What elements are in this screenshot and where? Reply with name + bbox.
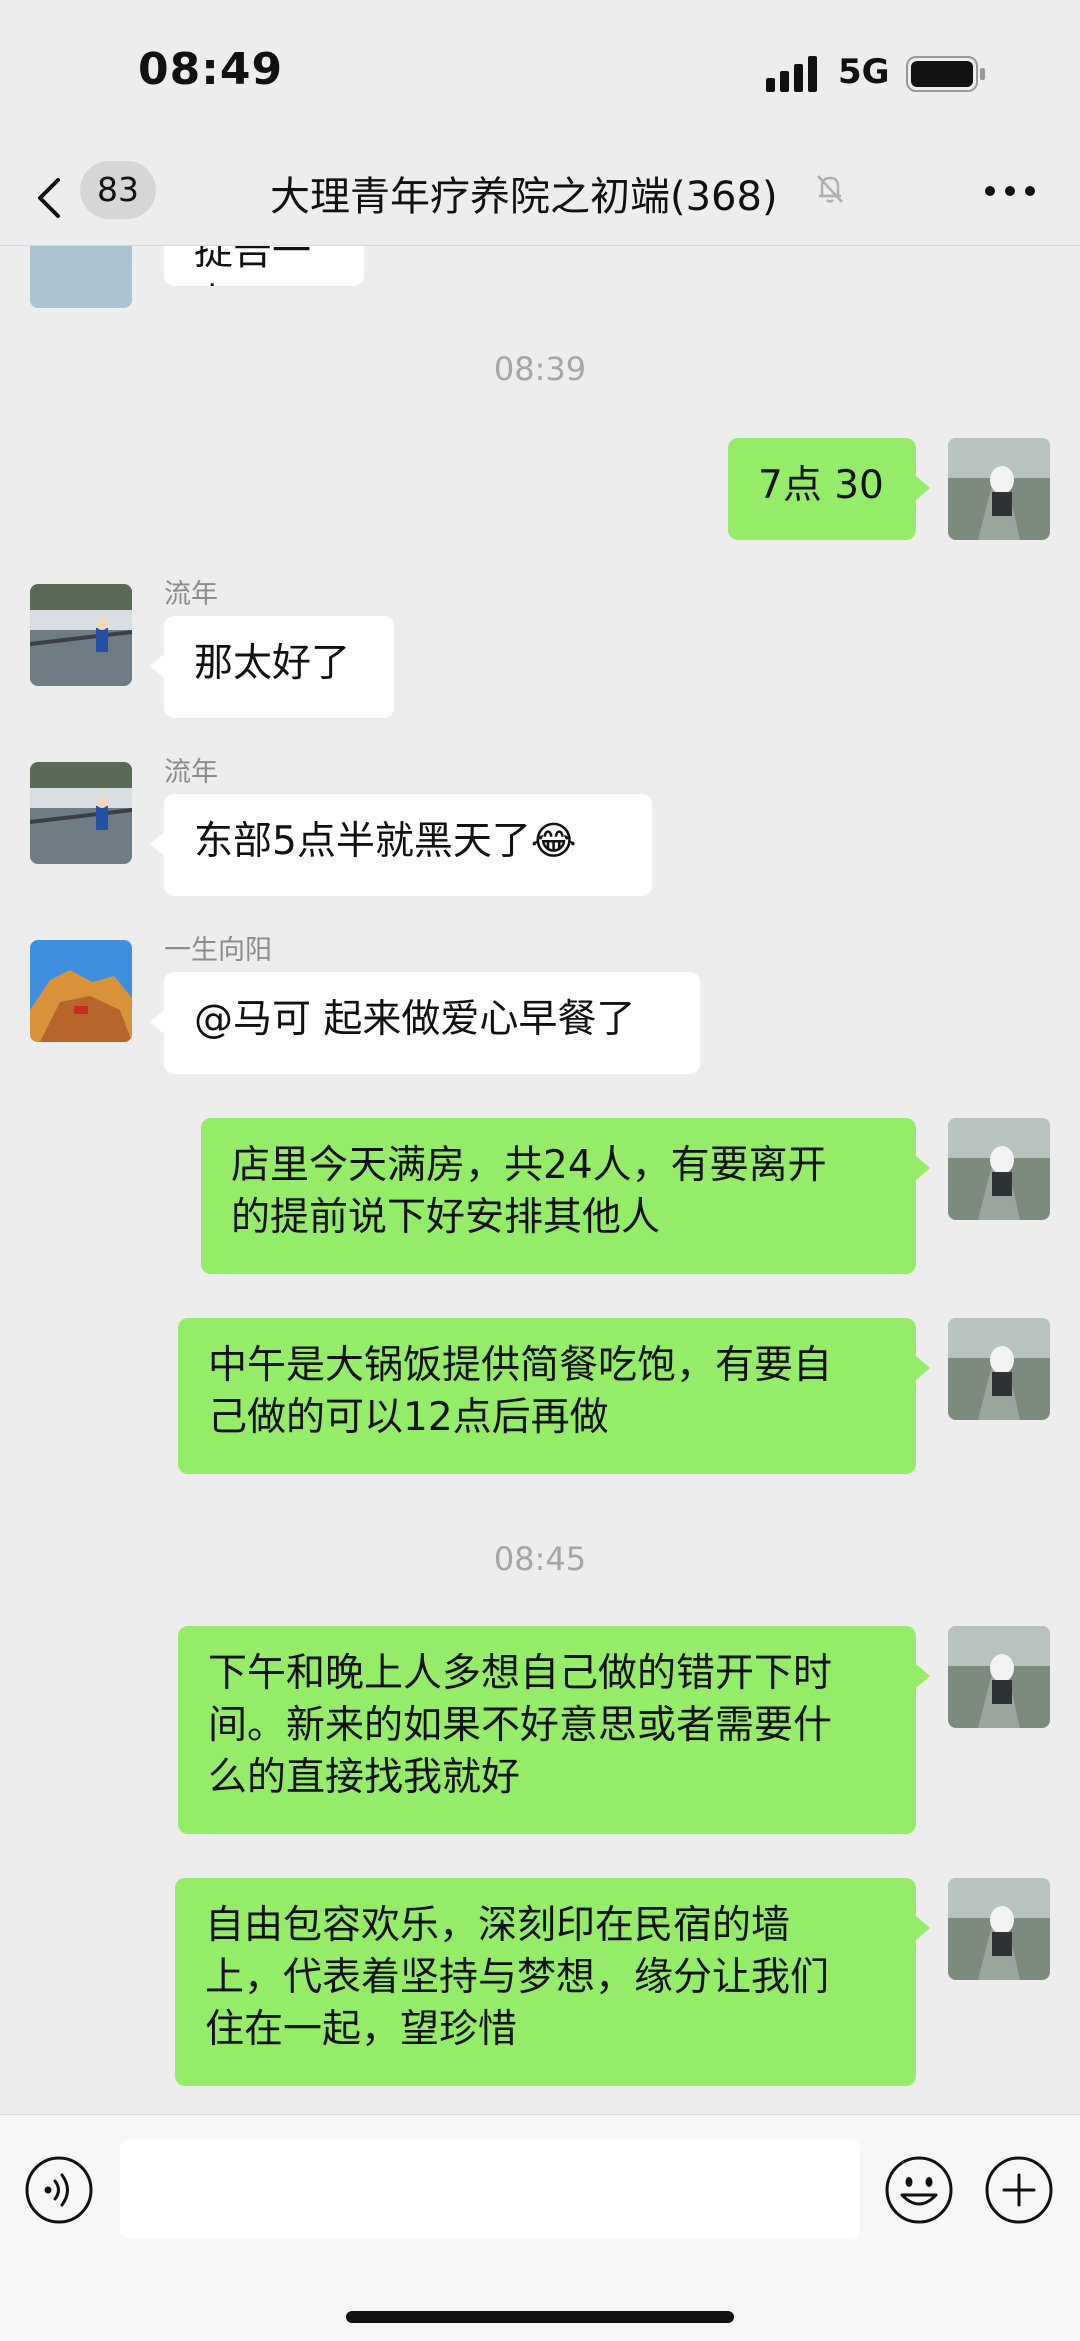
avatar[interactable] <box>948 1878 1050 1980</box>
message-text-line: 中午是大锅饭提供简餐吃饱，有要自 <box>208 1343 833 1388</box>
status-bar: 08:49 5G <box>0 0 1080 150</box>
message-text-line: 自由包容欢乐，深刻印在民宿的墙 <box>205 1903 791 1948</box>
voice-icon[interactable] <box>24 2155 94 2225</box>
avatar[interactable] <box>948 1118 1050 1220</box>
message-bubble[interactable]: 店里今天满房，共24人，有要离开 的提前说下好安排其他人 <box>201 1118 930 1274</box>
sender-name: 一生向阳 <box>164 935 272 966</box>
signal-icon <box>766 56 817 92</box>
chat-title: 大理青年疗养院之初端(368) <box>270 174 778 220</box>
avatar-image <box>948 1118 1050 1220</box>
message-bubble[interactable]: 捉告一上 <box>164 246 364 286</box>
sender-name: 流年 <box>164 757 218 788</box>
avatar[interactable] <box>948 1626 1050 1728</box>
avatar-image <box>948 1878 1050 1980</box>
message-text: 东部5点半就黑天了😂 <box>194 819 577 864</box>
input-bar <box>0 2114 1080 2341</box>
avatar-image <box>30 762 132 864</box>
timestamp: 08:45 <box>493 1540 587 1578</box>
chat-header: 83 大理青年疗养院之初端(368) <box>0 150 1080 246</box>
message-text-line: 间。新来的如果不好意思或者需要什 <box>208 1703 833 1748</box>
avatar-image <box>30 940 132 1042</box>
bell-off-icon <box>817 175 843 203</box>
message-text-line: 上，代表着坚持与梦想，缘分让我们 <box>205 1955 830 2000</box>
message-input[interactable] <box>120 2139 860 2239</box>
plus-icon[interactable] <box>984 2155 1054 2225</box>
battery-icon <box>906 56 985 92</box>
status-time: 08:49 <box>138 44 284 95</box>
avatar[interactable] <box>30 940 132 1042</box>
message-bubble[interactable]: 自由包容欢乐，深刻印在民宿的墙 上，代表着坚持与梦想，缘分让我们 住在一起，望珍… <box>175 1878 930 2086</box>
message-bubble[interactable]: 中午是大锅饭提供简餐吃饱，有要自 己做的可以12点后再做 <box>178 1318 930 1474</box>
message-bubble[interactable]: 下午和晚上人多想自己做的错开下时 间。新来的如果不好意思或者需要什 么的直接找我… <box>178 1626 930 1834</box>
more-dots-icon[interactable] <box>982 176 1038 206</box>
message-text-line: 的提前说下好安排其他人 <box>231 1195 661 1240</box>
avatar[interactable] <box>30 246 132 308</box>
message-text: 7点 30 <box>758 463 884 508</box>
chevron-left-icon[interactable] <box>30 168 70 228</box>
chat-message-list[interactable]: 捉告一上 08:39 7点 30 流年 那太好了 <box>0 246 1080 2114</box>
avatar[interactable] <box>948 1318 1050 1420</box>
message-bubble[interactable]: 7点 30 <box>728 438 930 540</box>
message-bubble[interactable]: 东部5点半就黑天了😂 <box>150 794 652 896</box>
message-text-line: 店里今天满房，共24人，有要离开 <box>231 1143 827 1188</box>
message-text: 那太好了 <box>194 641 351 686</box>
avatar-image <box>948 1626 1050 1728</box>
sender-name: 流年 <box>164 579 218 610</box>
avatar[interactable] <box>30 584 132 686</box>
message-bubble[interactable]: 那太好了 <box>150 616 394 718</box>
message-bubble[interactable]: @马可 起来做爱心早餐了 <box>150 972 700 1074</box>
message-text-line: 己做的可以12点后再做 <box>208 1395 609 1440</box>
network-label: 5G <box>838 52 890 92</box>
unread-count-badge[interactable]: 83 <box>80 161 156 219</box>
timestamp: 08:39 <box>493 350 587 388</box>
avatar-image <box>948 1318 1050 1420</box>
message-text: 捉告一上 <box>194 246 312 286</box>
avatar-image <box>30 584 132 686</box>
avatar[interactable] <box>30 762 132 864</box>
smiley-icon[interactable] <box>884 2155 954 2225</box>
message-text: @马可 起来做爱心早餐了 <box>194 997 636 1042</box>
message-text-line: 下午和晚上人多想自己做的错开下时 <box>208 1651 833 1696</box>
avatar[interactable] <box>948 438 1050 540</box>
message-text-line: 么的直接找我就好 <box>208 1755 521 1800</box>
avatar-image <box>948 438 1050 540</box>
message-text-line: 住在一起，望珍惜 <box>205 2007 518 2052</box>
home-indicator[interactable] <box>346 2311 734 2323</box>
